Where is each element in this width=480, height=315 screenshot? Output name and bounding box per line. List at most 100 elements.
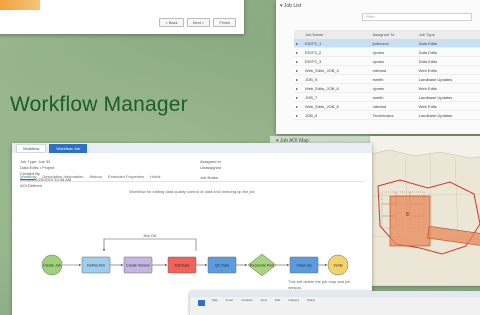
job-list-header[interactable]: ▾ Job List <box>276 0 480 11</box>
ribbon-tab[interactable]: Share <box>307 298 315 302</box>
table-row[interactable]: ▸ EDITS_1 jrobinson Data Edits <box>294 39 480 48</box>
workflow-step[interactable]: Clean Up <box>289 256 319 274</box>
job-name-cell: EDITS_1 <box>303 39 371 48</box>
table-row[interactable]: ▸ Web_Edits_JOB_8 mbrand Web Edits <box>294 101 480 111</box>
job-type-cell: Landbase Updates <box>416 92 480 102</box>
table-row[interactable]: ▸ Web_Edits_JOB_6 cjones Web Edits <box>294 83 480 93</box>
aoi-map[interactable]: 8 <box>369 136 480 287</box>
page-title: Workflow Manager <box>10 93 188 116</box>
finish-button[interactable]: Finish <box>213 18 236 27</box>
subtab-workflow[interactable]: Workflow <box>20 174 37 180</box>
assigned-to-value: Unassigned <box>200 165 222 170</box>
next-button[interactable]: Next > <box>186 18 211 27</box>
job-name-cell: EDITS_3 <box>303 56 371 66</box>
job-name-cell: Web_Edits_JOB_8 <box>303 101 371 111</box>
assigned-to-cell: cjones <box>370 56 417 66</box>
wizard-panel: < Back Next > Finish <box>0 0 244 34</box>
row-expand-icon[interactable]: ▸ <box>294 56 303 66</box>
subtab-holds[interactable]: Holds <box>150 174 160 180</box>
workflow-step-label: QC Data <box>215 264 229 268</box>
table-row[interactable]: ▸ Web_Edits_JOB_4 mbrand Web Edits <box>294 65 480 75</box>
subtab-history[interactable]: History <box>90 174 102 180</box>
workflow-step-label: Define AOI <box>87 264 104 268</box>
workflow-step-label: Create Job <box>43 264 61 268</box>
job-type-cell: Web Edits <box>416 65 480 75</box>
workflow-step[interactable]: QC Data <box>207 256 237 274</box>
workflow-step[interactable]: Edit Data <box>167 256 197 274</box>
column-header-job-name[interactable]: Job Name <box>303 30 371 39</box>
workflow-subtabs: Workflow Description Information History… <box>20 174 160 180</box>
filter-input[interactable]: Filter <box>362 13 472 21</box>
workflow-note: This will delete the job map and job ver… <box>288 279 351 290</box>
table-row[interactable]: ▸ EDITS_3 cjones Data Edits <box>294 56 480 66</box>
back-button[interactable]: < Back <box>159 18 184 27</box>
loop-connector <box>102 238 197 252</box>
selected-aoi-block[interactable] <box>389 195 431 247</box>
arcgis-pro-window: Map Insert Analysis View Edit Imagery Share <box>190 291 480 315</box>
row-expand-icon[interactable]: ▸ <box>294 110 303 120</box>
subtab-extended-properties[interactable]: Extended Properties <box>108 174 144 180</box>
ribbon-tab[interactable]: Imagery <box>288 298 299 302</box>
row-expand-icon[interactable]: ▸ <box>294 92 303 102</box>
tab-workflow[interactable]: Workflow <box>16 143 47 153</box>
job-list-pane: ▾ Job List Filter Job Name Assigned To J… <box>276 0 480 134</box>
row-expand-icon[interactable]: ▸ <box>294 65 303 75</box>
job-table: Job Name Assigned To Job Type ▸ EDITS_1 jr… <box>294 30 480 120</box>
table-row[interactable]: ▸ JOB_5 rsmith Landbase Updates <box>294 74 480 84</box>
row-expand-icon[interactable]: ▸ <box>294 47 303 57</box>
row-expand-icon[interactable]: ▸ <box>294 83 303 93</box>
job-type-cell: Landbase Updates <box>416 110 480 120</box>
workflow-step-label: Clean Up <box>297 264 312 268</box>
table-row[interactable]: ▸ JOB_9 Technicians Landbase Updates <box>294 110 480 120</box>
workflow-step-label: Create Version <box>126 264 150 268</box>
job-type-cell: Web Edits <box>416 83 480 93</box>
workflow-tabs: Workflow Workflow Job <box>12 143 372 153</box>
column-header-assigned-to[interactable]: Assigned To <box>370 30 417 39</box>
job-name-cell: JOB_5 <box>303 74 371 84</box>
job-name-cell: EDITS_2 <box>303 47 371 57</box>
workflow-step-label: Verify <box>334 264 343 268</box>
workflow-step[interactable]: Create Version <box>123 256 153 274</box>
job-name-cell: JOB_9 <box>303 110 371 120</box>
assigned-to-cell: rsmith <box>370 92 417 102</box>
job-name-cell: Web_Edits_JOB_4 <box>303 65 371 75</box>
job-type-cell: Web Edits <box>416 101 480 111</box>
progress-graphic <box>0 0 40 10</box>
job-type-cell: Data Edits <box>416 39 480 48</box>
workflow-step[interactable]: Verify <box>327 254 349 276</box>
job-type-cell: Data Edits <box>416 47 480 57</box>
ribbon-tab[interactable]: Insert <box>226 298 234 302</box>
job-type-cell: Landbase Updates <box>416 74 480 84</box>
row-expand-icon[interactable]: ▸ <box>294 101 303 111</box>
row-expand-icon[interactable]: ▸ <box>294 39 303 48</box>
job-name-cell: JOB_7 <box>303 92 371 102</box>
map-label: 8 <box>406 212 409 218</box>
table-row[interactable]: ▸ JOB_7 rsmith Landbase Updates <box>294 92 480 102</box>
workflow-step[interactable]: Define AOI <box>81 256 111 274</box>
ribbon-tab[interactable]: Map <box>212 298 218 302</box>
workflow-step[interactable]: Create Job <box>41 254 63 276</box>
row-expand-icon[interactable]: ▸ <box>294 74 303 84</box>
tab-workflow-job[interactable]: Workflow Job <box>49 143 88 153</box>
job-name-cell: Web_Edits_JOB_6 <box>303 83 371 93</box>
loop-label: Not OK <box>143 233 156 238</box>
ribbon-tab[interactable]: Edit <box>275 298 280 302</box>
ribbon-tab[interactable]: View <box>261 298 267 302</box>
divider <box>20 181 364 182</box>
assigned-to-cell: cjones <box>370 47 417 57</box>
app-icon <box>198 300 205 306</box>
assigned-to-cell: cjones <box>370 83 417 93</box>
workflow-step[interactable]: Reconcile Post <box>247 253 277 277</box>
ribbon-tabs: Map Insert Analysis View Edit Imagery Share <box>190 297 480 303</box>
ribbon-tab[interactable]: Analysis <box>241 298 252 302</box>
workflow-step-label: Edit Data <box>175 264 190 268</box>
workflow-job-pane: Workflow Workflow Job Job Type: Job 32 D… <box>12 143 372 315</box>
subtab-description[interactable]: Description Information <box>42 174 83 180</box>
assigned-to-cell: mbrand <box>370 101 417 111</box>
table-row[interactable]: ▸ EDITS_2 cjones Data Edits <box>294 47 480 57</box>
column-header-job-type[interactable]: Job Type <box>416 30 480 39</box>
job-aoi-map-pane: ▾ Job AOI Map 8 <box>270 136 480 287</box>
job-type-cell: Data Edits <box>416 56 480 66</box>
wizard-buttons: < Back Next > Finish <box>159 18 236 27</box>
workflow-description: Workflow for editing data quality contro… <box>129 189 255 194</box>
